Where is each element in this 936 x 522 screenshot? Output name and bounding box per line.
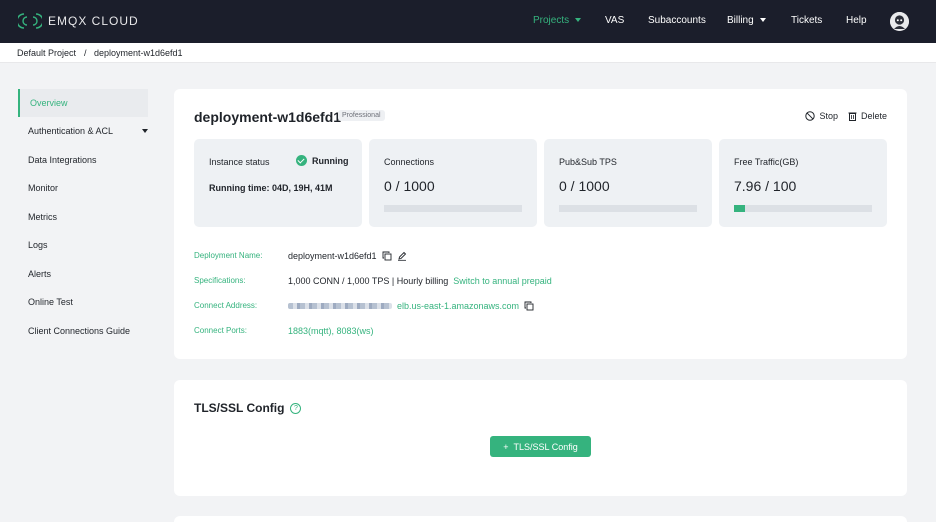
delete-label: Delete bbox=[860, 111, 887, 121]
specifications-value: 1,000 CONN / 1,000 TPS | Hourly billing bbox=[288, 276, 449, 286]
sidebar-item-monitor[interactable]: Monitor bbox=[18, 174, 148, 202]
running-time: Running time: 04D, 19H, 41M bbox=[209, 183, 333, 193]
sidebar-item-metrics[interactable]: Metrics bbox=[18, 203, 148, 231]
deployment-title: deployment-w1d6efd1 bbox=[194, 109, 342, 125]
emqx-logo-icon bbox=[18, 13, 42, 29]
add-tls-ssl-config-button[interactable]: + TLS/SSL Config bbox=[490, 436, 591, 457]
brand-name: EMQX CLOUD bbox=[48, 14, 139, 28]
sidebar-item-label: Authentication & ACL bbox=[28, 126, 114, 136]
help-icon[interactable]: ? bbox=[290, 402, 302, 414]
connect-address-label: Connect Address: bbox=[194, 301, 258, 310]
top-navbar: EMQX CLOUD Projects VAS Subaccounts Bill… bbox=[0, 0, 936, 43]
breadcrumb-deployment: deployment-w1d6efd1 bbox=[94, 48, 183, 58]
deployment-name-row: deployment-w1d6efd1 bbox=[288, 251, 407, 261]
plan-badge: Professional bbox=[338, 110, 385, 121]
nav-tickets[interactable]: Tickets bbox=[791, 15, 822, 26]
free-traffic-value: 7.96 / 100 bbox=[734, 178, 797, 194]
connections-value: 0 / 1000 bbox=[384, 178, 435, 194]
tls-ssl-title-text: TLS/SSL Config bbox=[194, 401, 285, 415]
copy-icon[interactable] bbox=[382, 251, 392, 261]
specifications-label: Specifications: bbox=[194, 276, 246, 285]
tls-ssl-title: TLS/SSL Config ? bbox=[194, 401, 302, 415]
tls-ssl-card: TLS/SSL Config ? + TLS/SSL Config bbox=[174, 380, 907, 496]
trash-icon bbox=[848, 112, 857, 121]
stop-label: Stop bbox=[819, 111, 838, 121]
breadcrumb-project[interactable]: Default Project bbox=[17, 48, 76, 58]
sidebar-item-authentication[interactable]: Authentication & ACL bbox=[18, 117, 148, 145]
connect-ports-row: 1883(mqtt), 8083(ws) bbox=[288, 326, 374, 336]
copy-icon[interactable] bbox=[524, 301, 534, 311]
user-avatar-icon bbox=[890, 12, 909, 31]
deployment-name-label: Deployment Name: bbox=[194, 251, 263, 260]
nav-subaccounts[interactable]: Subaccounts bbox=[648, 15, 706, 26]
connect-ports-value: 1883(mqtt), 8083(ws) bbox=[288, 326, 374, 336]
avatar[interactable] bbox=[890, 12, 909, 31]
nav-help[interactable]: Help bbox=[846, 15, 867, 26]
deployment-name-value: deployment-w1d6efd1 bbox=[288, 251, 377, 261]
specifications-row: 1,000 CONN / 1,000 TPS | Hourly billing … bbox=[288, 276, 552, 286]
nav-vas[interactable]: VAS bbox=[605, 15, 624, 26]
stop-icon bbox=[805, 111, 816, 121]
instance-status-label: Instance status bbox=[209, 157, 270, 167]
pubsub-tps-label: Pub&Sub TPS bbox=[559, 157, 617, 167]
sidebar-item-logs[interactable]: Logs bbox=[18, 231, 148, 259]
delete-button[interactable]: Delete bbox=[848, 111, 887, 121]
free-traffic-label: Free Traffic(GB) bbox=[734, 157, 799, 167]
sidebar-item-online-test[interactable]: Online Test bbox=[18, 288, 148, 316]
switch-annual-prepaid-link[interactable]: Switch to annual prepaid bbox=[453, 276, 552, 286]
nav-projects[interactable]: Projects bbox=[533, 15, 582, 26]
chevron-down-icon bbox=[759, 18, 766, 23]
status-badge: Running bbox=[296, 155, 349, 166]
next-section-card bbox=[174, 516, 907, 522]
connections-label: Connections bbox=[384, 157, 435, 167]
plus-icon: + bbox=[503, 441, 509, 452]
connections-progress-bar bbox=[384, 205, 522, 212]
edit-icon[interactable] bbox=[397, 251, 407, 261]
sidebar-item-overview[interactable]: Overview bbox=[18, 89, 148, 117]
connections-panel: Connections 0 / 1000 bbox=[369, 139, 537, 227]
instance-status-panel: Instance status Running Running time: 04… bbox=[194, 139, 362, 227]
address-redacted bbox=[288, 303, 392, 309]
connect-address-row: elb.us-east-1.amazonaws.com bbox=[288, 301, 534, 311]
emqx-cloud-logo[interactable]: EMQX CLOUD bbox=[18, 12, 139, 30]
connect-address-value: elb.us-east-1.amazonaws.com bbox=[397, 301, 520, 311]
pubsub-tps-value: 0 / 1000 bbox=[559, 178, 610, 194]
nav-projects-label: Projects bbox=[533, 15, 570, 26]
free-traffic-panel: Free Traffic(GB) 7.96 / 100 bbox=[719, 139, 887, 227]
deployment-overview-card: deployment-w1d6efd1 Professional Stop De… bbox=[174, 89, 907, 359]
status-text: Running bbox=[312, 155, 349, 166]
chevron-down-icon bbox=[142, 129, 148, 133]
pubsub-tps-panel: Pub&Sub TPS 0 / 1000 bbox=[544, 139, 712, 227]
free-traffic-progress-fill bbox=[734, 205, 746, 212]
check-circle-icon bbox=[296, 155, 307, 166]
connect-ports-label: Connect Ports: bbox=[194, 326, 247, 335]
sidebar-item-data-integrations[interactable]: Data Integrations bbox=[18, 146, 148, 174]
nav-billing-label: Billing bbox=[727, 15, 754, 26]
free-traffic-progress-bar bbox=[734, 205, 872, 212]
tls-ssl-button-label: TLS/SSL Config bbox=[513, 441, 578, 452]
breadcrumb: Default Project / deployment-w1d6efd1 bbox=[0, 43, 936, 63]
stop-button[interactable]: Stop bbox=[805, 111, 838, 121]
sidebar-item-client-connections-guide[interactable]: Client Connections Guide bbox=[18, 317, 148, 345]
deployment-actions: Stop Delete bbox=[805, 111, 887, 121]
sidebar-item-alerts[interactable]: Alerts bbox=[18, 260, 148, 288]
pubsub-progress-bar bbox=[559, 205, 697, 212]
breadcrumb-separator: / bbox=[84, 48, 87, 58]
nav-billing[interactable]: Billing bbox=[727, 15, 766, 26]
chevron-down-icon bbox=[575, 18, 582, 23]
